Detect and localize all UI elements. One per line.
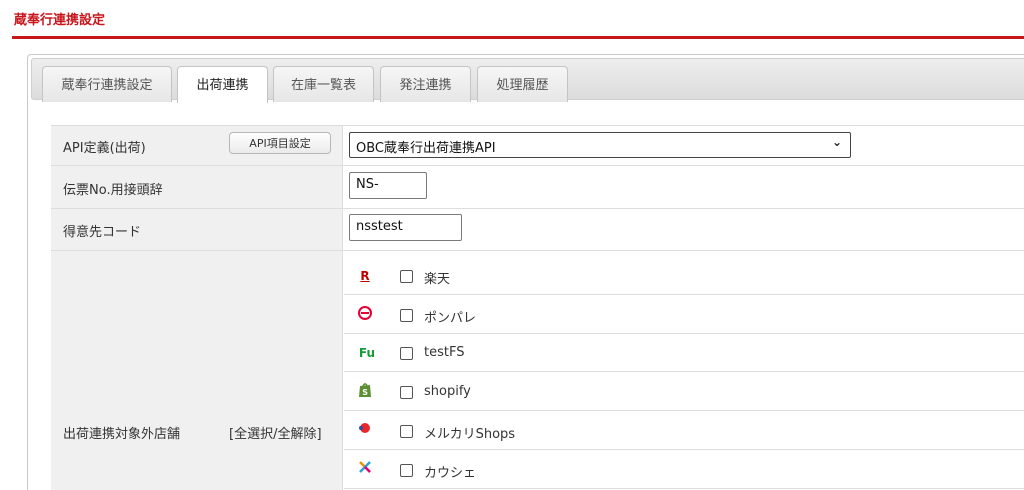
shop-checkbox-rakuten[interactable] — [400, 270, 413, 283]
tab-order[interactable]: 発注連携 — [380, 66, 471, 102]
ponpare-icon — [356, 305, 374, 325]
excluded-shops-label: 出荷連携対象外店舗 — [63, 427, 181, 442]
shopify-icon: S — [356, 382, 374, 402]
title-divider — [12, 36, 1024, 39]
shop-row-shopify: S shopify — [344, 373, 1024, 411]
tab-kura-settings[interactable]: 蔵奉行連携設定 — [42, 66, 172, 102]
rakuten-icon: R — [360, 269, 370, 283]
mercari-shops-icon — [356, 421, 374, 441]
tab-history[interactable]: 処理履歴 — [477, 66, 568, 102]
api-item-settings-button[interactable]: API項目設定 — [229, 132, 331, 154]
customer-code-input[interactable]: nsstest — [349, 214, 462, 241]
shop-row-testfs: Fu testFS — [344, 334, 1024, 372]
shop-name-shopify: shopify — [424, 384, 471, 399]
kauche-icon — [356, 460, 374, 480]
shop-name-ponpare: ポンパレ — [424, 311, 477, 326]
shop-checkbox-kauche[interactable] — [400, 464, 413, 477]
slip-prefix-label: 伝票No.用接頭辞 — [63, 183, 163, 198]
customer-code-label: 得意先コード — [63, 225, 142, 240]
chevron-down-icon: ⌄ — [831, 135, 842, 149]
shop-checkbox-mercari-shops[interactable] — [400, 425, 413, 438]
customer-code-label-cell: 得意先コード — [51, 209, 343, 250]
shop-row-rakuten: R 楽天 — [344, 257, 1024, 295]
shop-row-kauche: カウシェ — [344, 451, 1024, 489]
excluded-shops-label-cell: 出荷連携対象外店舗 [全選択/全解除] — [51, 251, 343, 490]
page-title: 蔵奉行連携設定 — [14, 13, 106, 28]
shop-row-ponpare: ポンパレ — [344, 296, 1024, 334]
shop-name-rakuten: 楽天 — [424, 272, 451, 287]
shop-checkbox-shopify[interactable] — [400, 386, 413, 399]
api-definition-label-cell: API定義(出荷) API項目設定 — [51, 126, 343, 165]
customer-code-row: 得意先コード — [51, 208, 1024, 250]
slip-prefix-input[interactable]: NS- — [349, 172, 427, 199]
api-definition-select[interactable]: OBC蔵奉行出荷連携API ⌄ — [349, 132, 851, 158]
tab-bar: 蔵奉行連携設定 出荷連携 在庫一覧表 発注連携 処理履歴 — [31, 58, 1024, 103]
slip-prefix-label-cell: 伝票No.用接頭辞 — [51, 166, 343, 208]
shop-name-testfs: testFS — [424, 345, 465, 360]
slip-prefix-row: 伝票No.用接頭辞 — [51, 165, 1024, 208]
shop-name-kauche: カウシェ — [424, 466, 477, 481]
api-definition-label: API定義(出荷) — [63, 141, 146, 156]
select-all-toggle-link[interactable]: [全選択/全解除] — [229, 423, 322, 442]
tab-stock-list[interactable]: 在庫一覧表 — [273, 66, 374, 102]
futureshop-icon: Fu — [358, 346, 376, 360]
shop-row-mercari-shops: メルカリShops — [344, 412, 1024, 450]
svg-text:S: S — [362, 388, 368, 397]
shop-checkbox-testfs[interactable] — [400, 347, 413, 360]
shop-name-mercari-shops: メルカリShops — [424, 427, 516, 442]
shop-checkbox-ponpare[interactable] — [400, 309, 413, 322]
tab-shipping[interactable]: 出荷連携 — [177, 66, 268, 103]
api-definition-selected-value: OBC蔵奉行出荷連携API — [356, 141, 496, 156]
